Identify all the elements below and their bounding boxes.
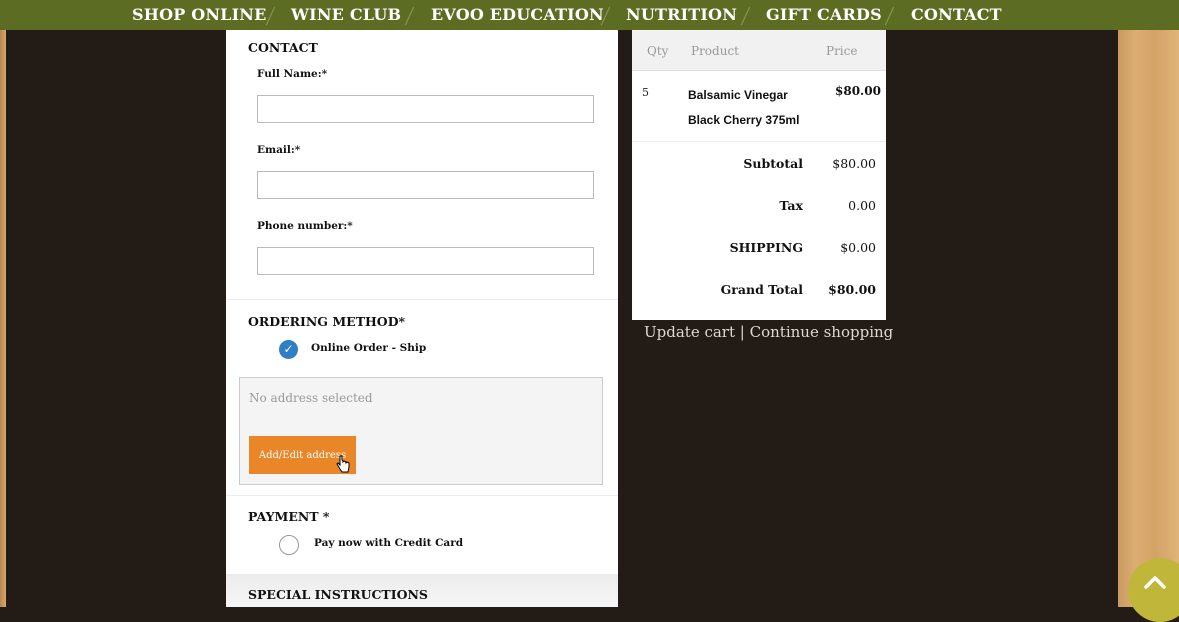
link-separator: | <box>739 323 745 341</box>
tax-value: 0.00 <box>848 198 876 213</box>
phone-input[interactable] <box>257 247 594 275</box>
nav-separator <box>404 6 415 26</box>
cart-summary: Qty Product Price 5 Balsamic Vinegar Bla… <box>632 30 886 320</box>
nav-contact[interactable]: CONTACT <box>911 0 1002 30</box>
email-input[interactable] <box>257 171 594 199</box>
nav-nutrition[interactable]: NUTRITION <box>626 0 737 30</box>
full-name-label: Full Name:* <box>257 68 328 80</box>
nav-shop-online[interactable]: SHOP ONLINE <box>132 0 267 30</box>
cart-header-product: Product <box>691 44 739 58</box>
cart-item-product-line1: Balsamic Vinegar <box>688 88 788 102</box>
email-label: Email:* <box>257 144 301 156</box>
no-address-text: No address selected <box>249 391 373 405</box>
wood-panel-right <box>1118 0 1179 607</box>
ship-option-label: Online Order - Ship <box>311 342 427 354</box>
shipping-value: $0.00 <box>840 240 876 255</box>
special-instructions-band: SPECIAL INSTRUCTIONS <box>226 574 618 607</box>
cart-item-product-line2: Black Cherry 375ml <box>688 113 800 127</box>
wood-panel-left <box>0 0 6 607</box>
top-nav: SHOP ONLINE WINE CLUB EVOO EDUCATION NUT… <box>0 0 1179 30</box>
hand-cursor-icon <box>336 455 350 473</box>
scroll-top-button[interactable] <box>1128 558 1179 622</box>
cart-item-price: $80.00 <box>835 84 881 98</box>
nav-separator <box>884 6 895 26</box>
checkout-form: CONTACT Full Name:* Email:* Phone number… <box>226 30 618 607</box>
nav-wine-club[interactable]: WINE CLUB <box>291 0 401 30</box>
special-instructions-title: SPECIAL INSTRUCTIONS <box>248 587 428 602</box>
cart-header-price: Price <box>826 44 858 58</box>
grand-total-value: $80.00 <box>828 282 876 297</box>
ordering-method-title: ORDERING METHOD* <box>248 314 406 329</box>
shipping-label: SHIPPING <box>729 240 803 255</box>
cart-header-row: Qty Product Price <box>632 30 886 71</box>
cart-divider <box>632 141 886 142</box>
continue-shopping-link[interactable]: Continue shopping <box>750 323 894 341</box>
section-divider <box>226 299 618 300</box>
nav-separator <box>265 6 276 26</box>
payment-title: PAYMENT * <box>248 509 330 524</box>
nav-evoo-education[interactable]: EVOO EDUCATION <box>431 0 604 30</box>
grand-total-label: Grand Total <box>720 282 803 297</box>
credit-card-option-label: Pay now with Credit Card <box>314 537 464 549</box>
cart-links: Update cart | Continue shopping <box>644 323 893 341</box>
address-box: No address selected Add/Edit address <box>239 377 603 485</box>
full-name-input[interactable] <box>257 95 594 123</box>
subtotal-label: Subtotal <box>743 156 803 171</box>
ship-radio-checked-icon[interactable]: ✓ <box>279 340 298 359</box>
nav-separator <box>740 6 751 26</box>
contact-section-title: CONTACT <box>248 40 318 55</box>
section-divider <box>226 495 618 496</box>
cart-item-qty: 5 <box>642 86 649 99</box>
cart-item-product: Balsamic Vinegar Black Cherry 375ml <box>688 83 828 133</box>
cart-header-qty: Qty <box>647 44 669 58</box>
chevron-up-icon <box>1144 576 1166 589</box>
phone-label: Phone number:* <box>257 220 353 232</box>
nav-gift-cards[interactable]: GIFT CARDS <box>766 0 882 30</box>
subtotal-value: $80.00 <box>832 156 876 171</box>
update-cart-link[interactable]: Update cart <box>644 323 735 341</box>
credit-card-radio[interactable] <box>279 535 299 555</box>
tax-label: Tax <box>779 198 803 213</box>
